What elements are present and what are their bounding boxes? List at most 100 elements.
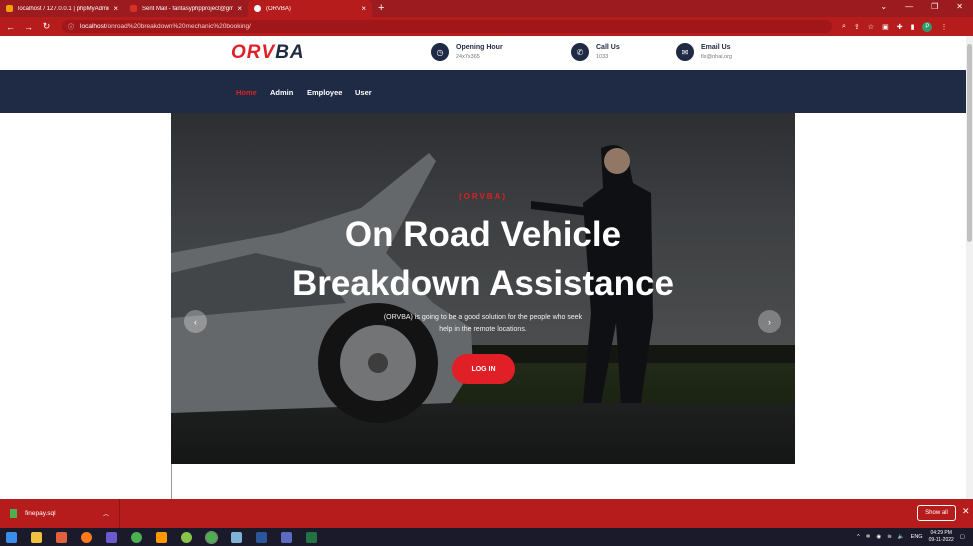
info-value: 24x7x365 [456, 54, 480, 60]
close-tab-icon[interactable]: × [361, 4, 366, 13]
info-value: 1033 [596, 54, 609, 60]
network-icon[interactable]: ◉ [876, 534, 881, 540]
clock-date: 09-11-2022 [928, 537, 954, 543]
share-icon[interactable]: ⇪ [854, 23, 860, 31]
page-scrollbar[interactable] [966, 36, 973, 499]
site-logo[interactable]: ORVBA [231, 42, 305, 64]
app-icon[interactable] [281, 531, 292, 543]
hero-title-line1: On Road Vehicle [344, 215, 622, 254]
web-page: ORVBA ◷ Opening Hour 24x7x365 ✆ Call Us … [0, 36, 966, 499]
nav-home[interactable]: Home [236, 88, 257, 97]
notification-icon[interactable]: ▢ [960, 534, 965, 540]
hero-title: On Road Vehicle Breakdown Assistance [171, 210, 795, 308]
carousel-next-icon[interactable]: › [758, 310, 781, 333]
hero-carousel: (ORVBA) On Road Vehicle Breakdown Assist… [171, 113, 795, 464]
phone-icon: ✆ [571, 43, 589, 61]
windows-start-icon[interactable] [6, 531, 17, 543]
hero-title-line2: Breakdown Assistance [292, 264, 674, 303]
new-tab-button[interactable]: + [378, 0, 384, 17]
browser-tab-strip: localhost / 127.0.0.1 | phpMyAdmin × Sen… [0, 0, 973, 17]
download-item[interactable]: finepay.sql ︿ [0, 499, 120, 528]
chrome-active-icon[interactable] [205, 530, 218, 544]
phpmyadmin-favicon-icon [6, 5, 13, 12]
tab-title: localhost / 127.0.0.1 | phpMyAdmin [18, 5, 110, 12]
sidebar-icon[interactable]: ▮ [911, 23, 915, 31]
login-button[interactable]: LOG IN [452, 354, 515, 384]
app-icon[interactable] [156, 531, 167, 543]
close-tab-icon[interactable]: × [237, 4, 242, 13]
zoom-icon[interactable]: ⌕ [842, 23, 846, 31]
close-tab-icon[interactable]: × [113, 4, 118, 13]
address-bar-row: ← → ↻ ⓘ localhost/onroad%20breakdown%20m… [0, 17, 973, 36]
close-download-bar-icon[interactable]: ✕ [962, 506, 970, 517]
chrome-icon[interactable] [131, 531, 142, 543]
system-tray: ^ ✲ ◉ ≋ 🔈 ENG 04:29 PM 09-11-2022 ▢ [857, 530, 965, 544]
puzzle-icon[interactable]: ✚ [897, 23, 903, 31]
settings-icon[interactable]: ✲ [866, 534, 871, 540]
close-window-icon[interactable]: ✕ [956, 2, 963, 11]
tab-orvba[interactable]: (ORVBA) × [248, 0, 372, 17]
download-filename: finepay.sql [25, 510, 56, 517]
nav-employee[interactable]: Employee [307, 88, 342, 97]
clock-icon: ◷ [431, 43, 449, 61]
info-label: Email Us [701, 44, 731, 51]
profile-avatar[interactable]: P [922, 21, 933, 32]
app-icon[interactable] [181, 531, 192, 543]
app-icon[interactable] [231, 531, 242, 543]
tray-chevron-icon[interactable]: ^ [857, 534, 860, 540]
hero-description: (ORVBA) is going to be a good solution f… [171, 312, 795, 336]
app-icon[interactable] [56, 531, 67, 543]
volume-icon[interactable]: 🔈 [898, 534, 905, 540]
file-explorer-icon[interactable] [31, 531, 42, 543]
globe-favicon-icon [254, 5, 261, 12]
toolbar-icons: ⌕ ⇪ ☆ ▣ ✚ ▮ P ⋮ [842, 21, 947, 32]
opening-hour-block: ◷ Opening Hour 24x7x365 [431, 43, 503, 61]
info-icon[interactable]: ⓘ [68, 22, 74, 31]
bookmark-star-icon[interactable]: ☆ [868, 23, 874, 31]
word-icon[interactable] [256, 531, 267, 543]
tab-search-icon[interactable]: ⌄ [880, 2, 887, 11]
forward-icon[interactable]: → [21, 22, 36, 32]
firefox-icon[interactable] [81, 531, 92, 543]
hero-desc-line1: (ORVBA) is going to be a good solution f… [383, 314, 583, 321]
logo-part-navy: BA [275, 42, 305, 63]
carousel-prev-icon[interactable]: ‹ [184, 310, 207, 333]
gmail-favicon-icon [130, 5, 137, 12]
logo-part-red: ORV [231, 42, 276, 63]
tab-phpmyadmin[interactable]: localhost / 127.0.0.1 | phpMyAdmin × [0, 0, 124, 17]
clock[interactable]: 04:29 PM 09-11-2022 [929, 530, 954, 544]
hero-desc-line2: help in the remote locations. [439, 326, 527, 333]
window-controls: ⌄ — ❐ ✕ [880, 2, 963, 11]
menu-kebab-icon[interactable]: ⋮ [940, 23, 947, 31]
tab-title: Sent Mail - fantasyphpproject@gmail.com [142, 5, 234, 12]
email-icon: ✉ [676, 43, 694, 61]
nav-user[interactable]: User [355, 88, 372, 97]
info-label: Call Us [596, 44, 620, 51]
restore-icon[interactable]: ❐ [931, 2, 938, 11]
info-label: Opening Hour [456, 44, 503, 51]
windows-taskbar: ^ ✲ ◉ ≋ 🔈 ENG 04:29 PM 09-11-2022 ▢ [0, 528, 973, 546]
file-icon [10, 509, 17, 518]
extension-icon[interactable]: ▣ [882, 23, 889, 31]
back-icon[interactable]: ← [3, 22, 18, 32]
url-input[interactable]: ⓘ localhost/onroad%20breakdown%20mechani… [62, 20, 832, 33]
nav-admin[interactable]: Admin [270, 88, 293, 97]
language-indicator[interactable]: ENG [911, 534, 923, 540]
chevron-up-icon[interactable]: ︿ [103, 509, 109, 518]
tab-title: (ORVBA) [266, 5, 291, 12]
url-host: localhost [80, 23, 106, 30]
download-bar: finepay.sql ︿ Show all ✕ [0, 499, 973, 528]
hero-subtitle: (ORVBA) [458, 192, 508, 201]
app-icon[interactable] [106, 531, 117, 543]
clock-time: 04:29 PM [930, 530, 952, 536]
main-navigation: Home Admin Employee User [0, 70, 966, 113]
scrollbar-thumb[interactable] [967, 44, 972, 242]
excel-icon[interactable] [306, 531, 317, 543]
minimize-icon[interactable]: — [905, 2, 913, 11]
tab-gmail[interactable]: Sent Mail - fantasyphpproject@gmail.com … [124, 0, 248, 17]
reload-icon[interactable]: ↻ [39, 21, 54, 32]
wifi-icon[interactable]: ≋ [887, 534, 892, 540]
show-all-button[interactable]: Show all [917, 505, 956, 521]
email-us-block: ✉ Email Us tls@nhai.org [676, 43, 732, 61]
info-value: tls@nhai.org [701, 54, 732, 60]
